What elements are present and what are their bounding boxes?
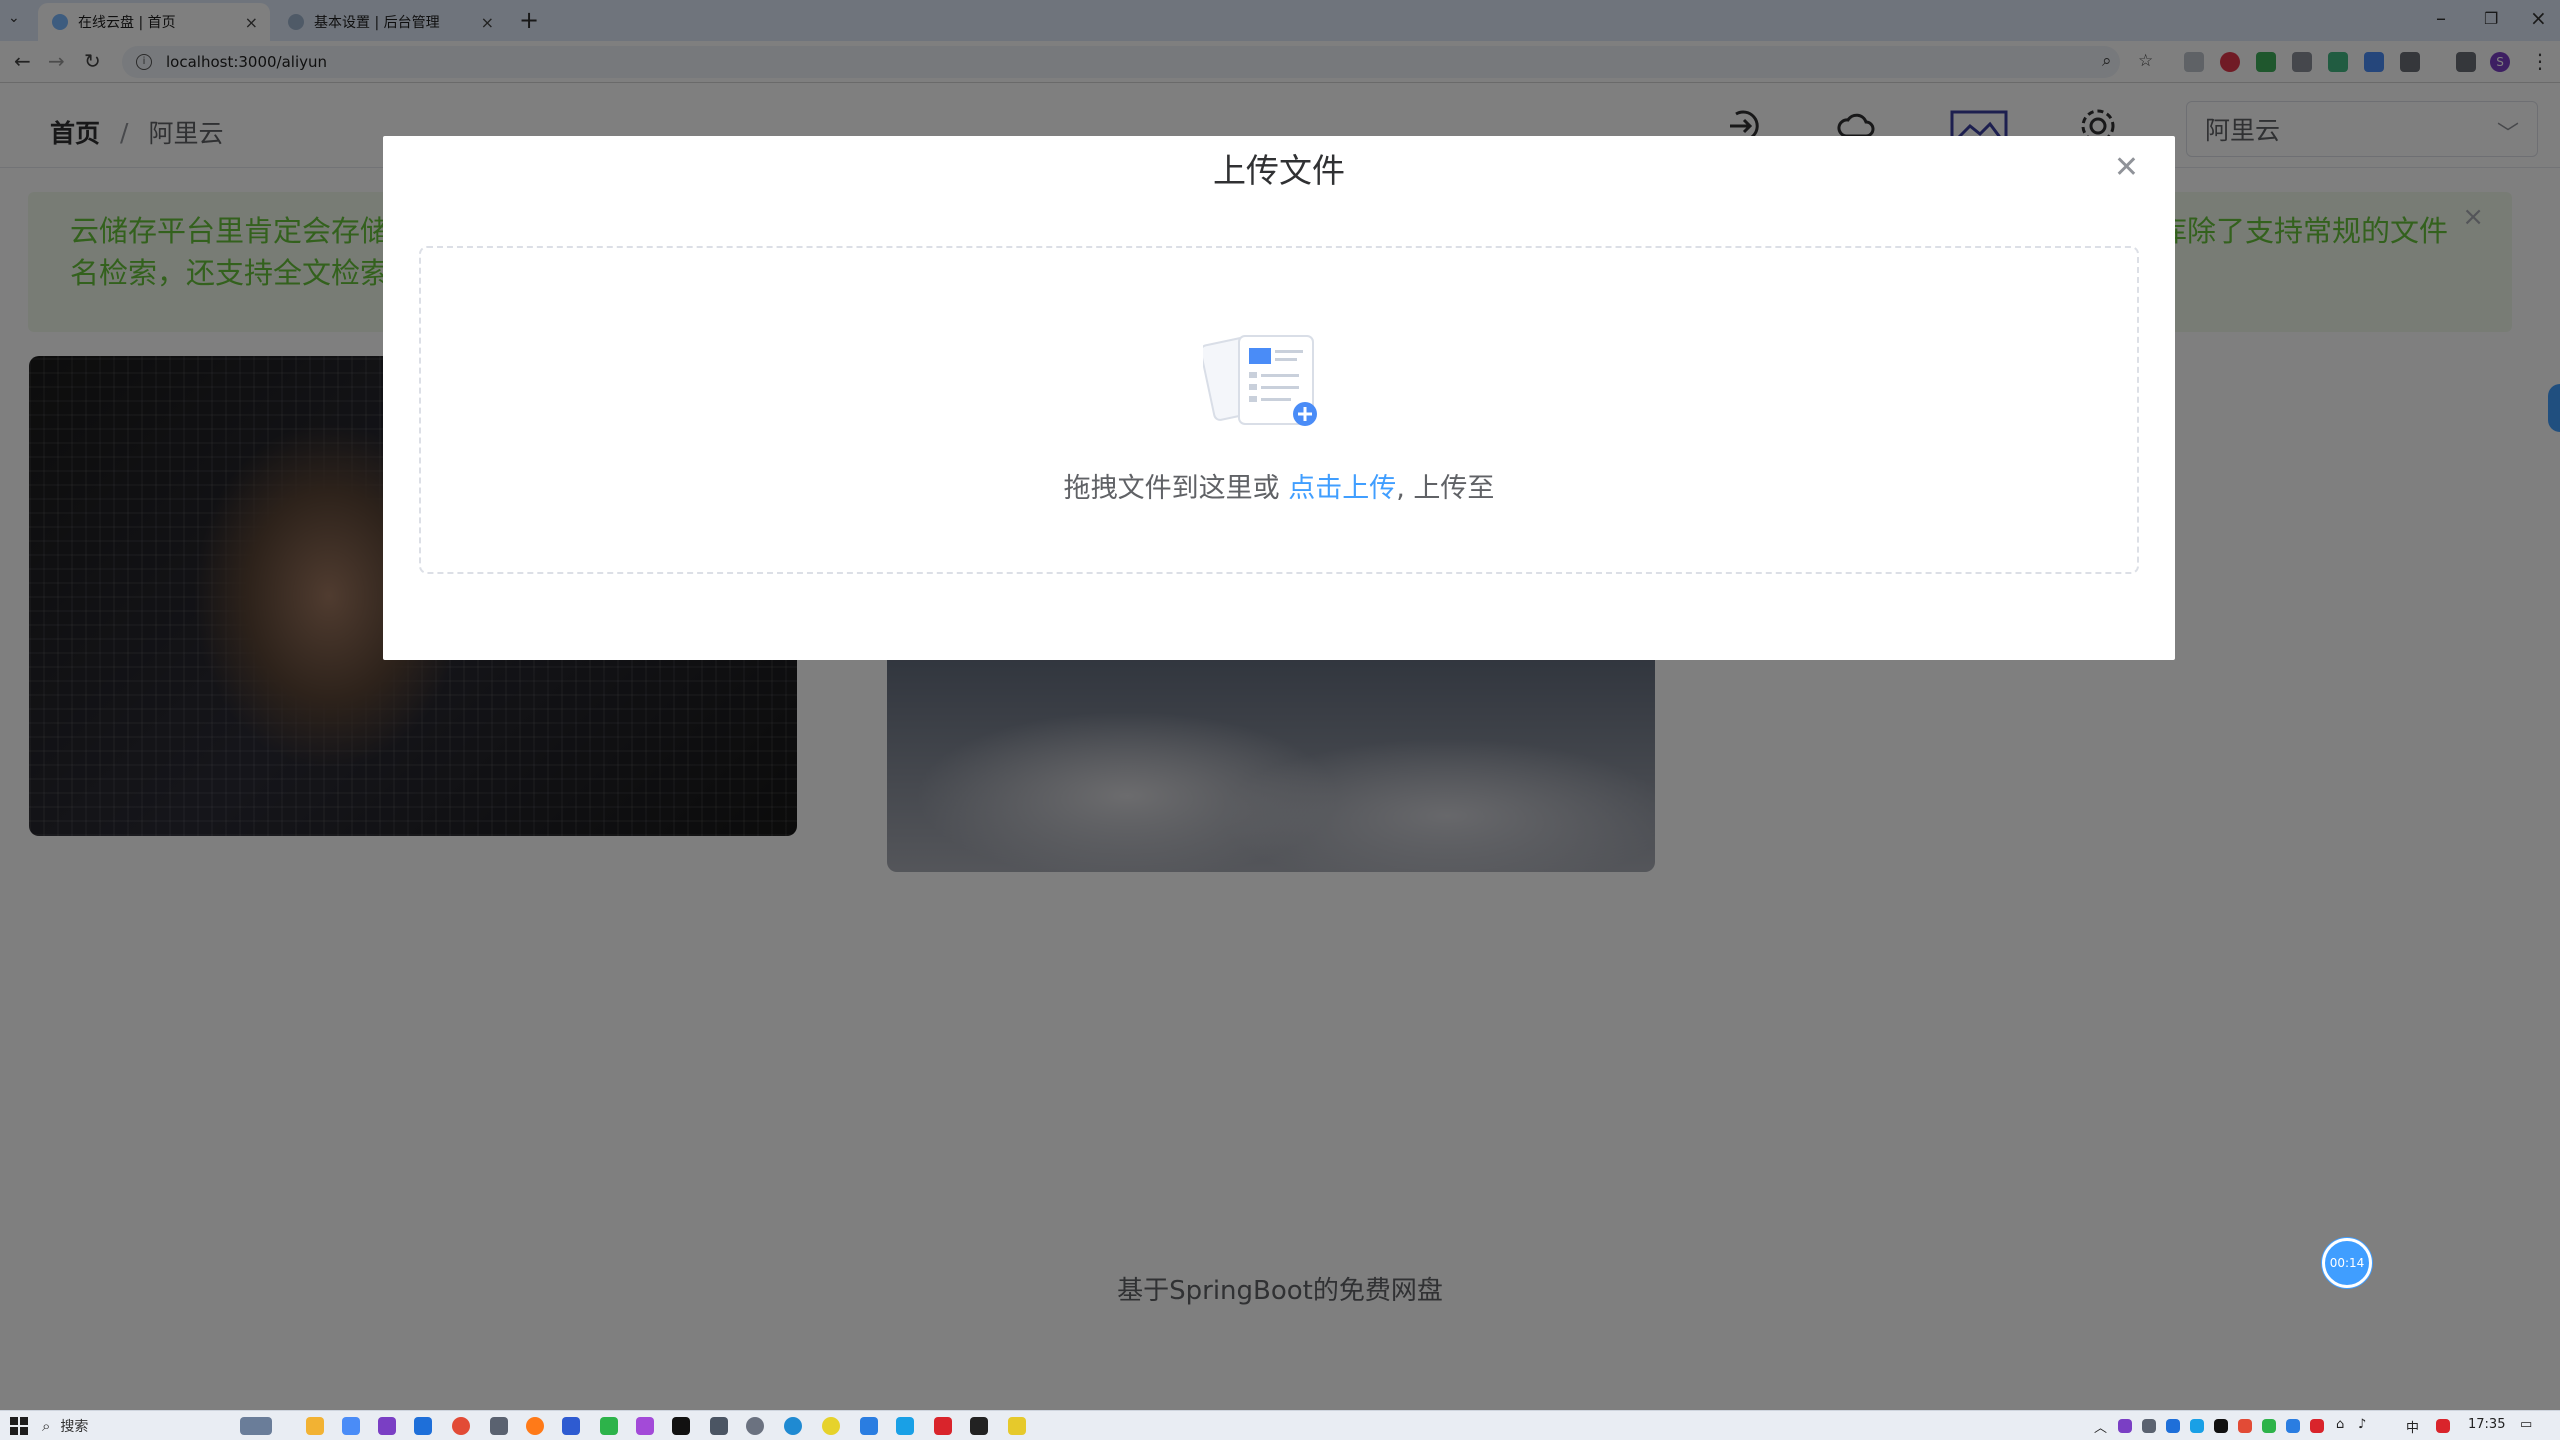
dropzone-instruction: 拖拽文件到这里或 [1063,473,1289,504]
dialog-title: 上传文件 [1213,151,1345,190]
timer-badge[interactable]: 00:14 [2322,1238,2372,1288]
intellij-icon[interactable] [970,1417,988,1435]
firefox-icon[interactable] [526,1417,544,1435]
chrome-icon[interactable] [452,1417,470,1435]
settings-app-icon[interactable] [490,1417,508,1435]
taskbar-app-icon[interactable] [240,1417,272,1435]
dialog-close-icon[interactable]: ✕ [2114,150,2139,185]
taskbar-app-icon[interactable] [378,1417,396,1435]
dropzone-text: 拖拽文件到这里或 点击上传, 上传至 [421,466,2137,505]
taskbar-app-icon[interactable] [896,1417,914,1435]
file-explorer-icon[interactable] [306,1417,324,1435]
taskbar-search-label: 搜索 [60,1419,89,1435]
taskbar-app-icon[interactable] [342,1417,360,1435]
upload-dialog: 上传文件 ✕ 拖拽文件到这里或 点击上传, 上传至 [383,136,2175,660]
tray-app-icon[interactable] [2238,1419,2252,1433]
taskbar-app-icon[interactable] [414,1417,432,1435]
tray-app-icon[interactable] [2142,1419,2156,1433]
tray-app-icon[interactable] [2214,1419,2228,1433]
network-icon[interactable]: ⌂ [2336,1417,2344,1432]
tray-app-icon[interactable] [2286,1419,2300,1433]
footer-text: 基于SpringBoot的免费网盘 [1117,1276,1443,1306]
tray-wechat-icon[interactable] [2262,1419,2276,1433]
tray-app-icon[interactable] [2166,1419,2180,1433]
taskbar-app-icon[interactable] [710,1417,728,1435]
dropzone-suffix: , 上传至 [1396,473,1495,504]
wechat-icon[interactable] [600,1417,618,1435]
tray-app-icon[interactable] [2436,1419,2450,1433]
volume-icon[interactable]: ♪ [2358,1417,2366,1432]
tray-overflow-icon[interactable]: ︿ [2094,1417,2107,1436]
terminal-icon[interactable] [672,1417,690,1435]
ime-indicator[interactable]: 中 [2406,1417,2419,1436]
search-icon: ⌕ [42,1417,51,1435]
taskbar-app-icon[interactable] [784,1417,802,1435]
taskbar-app-icon[interactable] [562,1417,580,1435]
taskbar-app-icon[interactable] [860,1417,878,1435]
taskbar-app-icon[interactable] [746,1417,764,1435]
upload-dropzone[interactable]: 拖拽文件到这里或 点击上传, 上传至 [419,246,2139,574]
upload-file-icon [1203,335,1317,426]
os-taskbar: ⌕ 搜索 ︿ ⌂ ♪ 中 17:35 ▭ [0,1410,2560,1440]
taskbar-app-icon[interactable] [636,1417,654,1435]
click-upload-link[interactable]: 点击上传 [1288,473,1396,504]
notepad-icon[interactable] [1008,1417,1026,1435]
clock-time[interactable]: 17:35 [2468,1417,2505,1432]
taskbar-app-icon[interactable] [934,1417,952,1435]
tray-app-icon[interactable] [2118,1419,2132,1433]
tray-app-icon[interactable] [2310,1419,2324,1433]
tray-app-icon[interactable] [2190,1419,2204,1433]
taskbar-app-icon[interactable] [822,1417,840,1435]
notification-icon[interactable]: ▭ [2520,1417,2532,1432]
windows-start-icon[interactable] [10,1417,28,1435]
